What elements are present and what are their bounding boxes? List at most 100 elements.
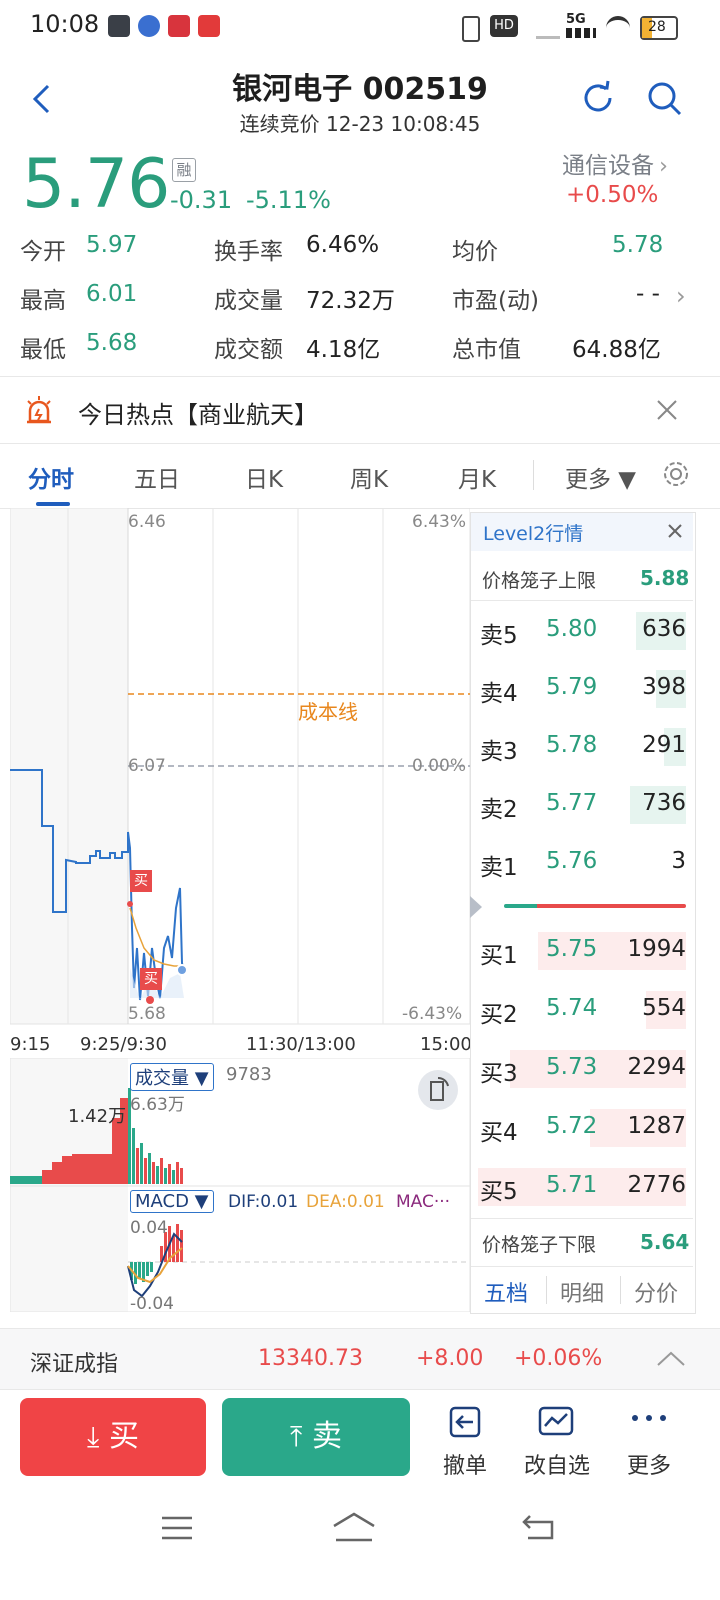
cancel-order-label: 撤单 bbox=[442, 1454, 487, 1479]
index-bar[interactable]: 深证成指 13340.73 +8.00 +0.06% bbox=[0, 1328, 720, 1390]
low-value: 5.68 bbox=[86, 330, 138, 356]
tab-monthly-k[interactable]: 月K bbox=[458, 460, 496, 494]
tab-weekly-k[interactable]: 周K bbox=[350, 460, 388, 494]
bid-price: 5.72 bbox=[546, 1113, 598, 1139]
cancel-order-button[interactable]: 撤单 bbox=[420, 1400, 510, 1480]
pe-label: 市盈(动) bbox=[452, 288, 539, 314]
close-icon[interactable] bbox=[667, 523, 683, 539]
time-label-auction: 9:25/9:30 bbox=[80, 1034, 167, 1055]
more-dots-icon bbox=[629, 1408, 669, 1428]
bid-label: 买5 bbox=[480, 1179, 518, 1205]
bid-ask-ratio-bar bbox=[504, 904, 686, 908]
order-book-tab-five-levels[interactable]: 五档 bbox=[484, 1276, 528, 1308]
pct-low-label: -6.43% bbox=[402, 1004, 463, 1024]
ask-row-3[interactable]: 卖3 5.78 291 bbox=[470, 718, 692, 776]
low-label: 最低 bbox=[20, 337, 66, 363]
ask-row-4[interactable]: 卖4 5.79 398 bbox=[470, 660, 692, 718]
menu-nav-icon[interactable] bbox=[160, 1514, 194, 1542]
time-label-open: 9:15 bbox=[10, 1034, 51, 1055]
order-book-tab-details[interactable]: 明细 bbox=[560, 1276, 604, 1308]
sell-button[interactable]: ⤒ 卖 bbox=[222, 1398, 410, 1476]
cancel-order-icon bbox=[447, 1404, 483, 1440]
bid-label: 买1 bbox=[480, 943, 518, 969]
more-button[interactable]: 更多 bbox=[604, 1400, 694, 1480]
amount-value: 4.18亿 bbox=[306, 337, 381, 363]
bid-row-5[interactable]: 买5 5.71 2776 bbox=[470, 1158, 692, 1216]
volume-left-label: 1.42万 bbox=[68, 1106, 127, 1127]
tab-more[interactable]: 更多 ▼ bbox=[565, 460, 636, 494]
ask-volume: 3 bbox=[671, 848, 686, 874]
edit-watchlist-button[interactable]: 改自选 bbox=[512, 1400, 602, 1480]
index-value: 13340.73 bbox=[258, 1346, 363, 1371]
settings-gear-icon[interactable] bbox=[660, 458, 692, 490]
upper-limit-value: 5.88 bbox=[640, 566, 690, 590]
buy-marker: 买 bbox=[130, 870, 152, 892]
bid-row-2[interactable]: 买2 5.74 554 bbox=[470, 981, 692, 1039]
order-book-tab-price-dist[interactable]: 分价 bbox=[634, 1276, 678, 1308]
index-change-pct: +0.06% bbox=[514, 1346, 603, 1371]
volume-indicator-label: 成交量 ▼ bbox=[135, 1068, 209, 1089]
index-name: 深证成指 bbox=[30, 1352, 119, 1377]
current-price: 5.76 bbox=[22, 145, 170, 224]
search-icon[interactable] bbox=[644, 78, 684, 118]
divider bbox=[0, 443, 720, 444]
volume-indicator-selector[interactable]: 成交量 ▼ bbox=[130, 1063, 214, 1091]
ask-price: 5.77 bbox=[546, 790, 598, 816]
ask-row-1[interactable]: 卖1 5.76 3 bbox=[470, 834, 692, 892]
bid-volume: 2294 bbox=[627, 1054, 686, 1080]
close-icon[interactable] bbox=[654, 397, 680, 423]
tab-intraday[interactable]: 分时 bbox=[28, 460, 74, 494]
macd-bottom-label: -0.04 bbox=[130, 1294, 174, 1314]
time-label-close: 15:00 bbox=[420, 1034, 472, 1055]
ask-row-2[interactable]: 卖2 5.77 736 bbox=[470, 776, 692, 834]
buy-button-label: 买 bbox=[108, 1419, 139, 1454]
hotspot-text: 今日热点【商业航天】 bbox=[78, 401, 318, 429]
intraday-chart[interactable]: 6.46 6.43% 成本线 6.07 0.00% 5.68 -6.43% 买 … bbox=[10, 508, 472, 1314]
rotate-screen-icon[interactable] bbox=[418, 1070, 458, 1110]
bid-row-1[interactable]: 买1 5.75 1994 bbox=[470, 922, 692, 980]
volume-value: 72.32万 bbox=[306, 288, 395, 314]
tab-separator bbox=[533, 460, 534, 490]
tab-five-day[interactable]: 五日 bbox=[134, 460, 180, 494]
bid-label: 买4 bbox=[480, 1120, 518, 1146]
volume-max-label: 6.63万 bbox=[130, 1095, 185, 1115]
back-nav-icon[interactable] bbox=[520, 1512, 556, 1542]
stats-grid: 今开 5.97 换手率 6.46% 均价 5.78 最高 6.01 成交量 72… bbox=[0, 228, 720, 368]
bid-price: 5.75 bbox=[546, 936, 598, 962]
cost-line-label: 成本线 bbox=[298, 700, 358, 724]
buy-button[interactable]: ⤓ 买 bbox=[20, 1398, 206, 1476]
home-nav-icon[interactable] bbox=[330, 1510, 378, 1544]
hotspot-banner[interactable]: 今日热点【商业航天】 bbox=[0, 377, 720, 443]
refresh-icon[interactable] bbox=[578, 78, 618, 118]
bid-label: 买3 bbox=[480, 1061, 518, 1087]
macd-indicator-selector[interactable]: MACD ▼ bbox=[130, 1190, 214, 1213]
divider bbox=[471, 1266, 693, 1267]
ask-label: 卖2 bbox=[480, 797, 518, 823]
bid-label: 买2 bbox=[480, 1002, 518, 1028]
bid-price: 5.74 bbox=[546, 995, 598, 1021]
sector-name: 通信设备 bbox=[562, 153, 654, 179]
card-notification-icon bbox=[168, 15, 190, 37]
ask-row-5[interactable]: 卖5 5.80 636 bbox=[470, 602, 692, 660]
tab-active-indicator bbox=[36, 502, 70, 506]
bid-row-4[interactable]: 买4 5.72 1287 bbox=[470, 1099, 692, 1157]
divider bbox=[471, 600, 693, 601]
pct-high-label: 6.43% bbox=[412, 512, 467, 532]
status-time: 10:08 bbox=[30, 10, 100, 38]
flash-notification-icon bbox=[198, 15, 220, 37]
expand-arrow-icon[interactable] bbox=[470, 896, 482, 918]
chevron-up-icon[interactable] bbox=[656, 1349, 686, 1369]
sector-link[interactable]: 通信设备 › bbox=[562, 146, 692, 179]
sector-change: +0.50% bbox=[566, 182, 659, 208]
alarm-icon bbox=[24, 395, 54, 425]
price-mid-label: 6.07 bbox=[128, 756, 166, 776]
bid-row-3[interactable]: 买3 5.73 2294 bbox=[470, 1040, 692, 1098]
macd-dea: DEA:0.01 bbox=[306, 1192, 385, 1212]
ask-price: 5.76 bbox=[546, 848, 598, 874]
market-cap-label: 总市值 bbox=[452, 337, 521, 363]
amount-label: 成交额 bbox=[214, 337, 283, 363]
tab-daily-k[interactable]: 日K bbox=[245, 460, 283, 494]
sell-button-label: 卖 bbox=[311, 1419, 342, 1454]
stats-expand-icon[interactable]: › bbox=[676, 282, 686, 310]
ask-price: 5.80 bbox=[546, 616, 598, 642]
